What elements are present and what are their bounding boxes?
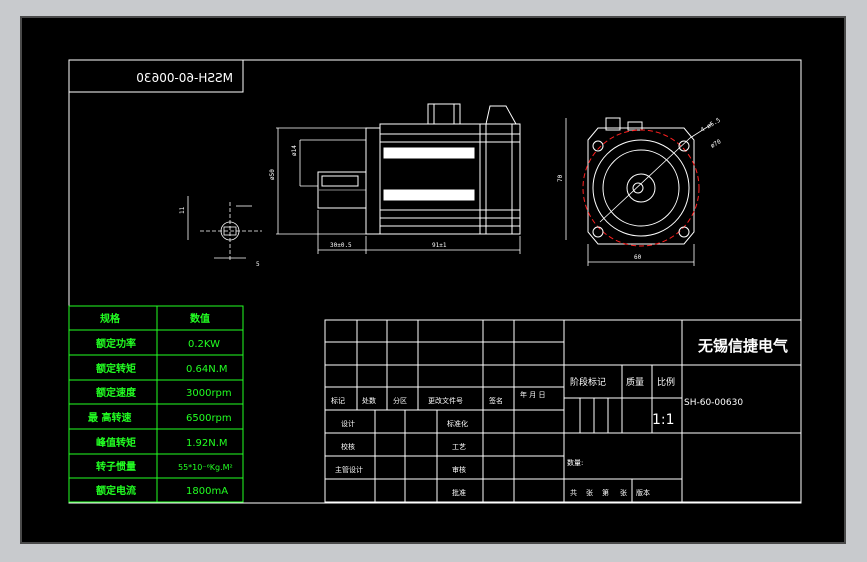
tb-header: 年 月 日 [520,390,545,399]
dim-flange-height: ø50 [269,169,276,180]
dim-dia2: ø14 [291,145,298,156]
spec-value: 0.2KW [188,339,220,350]
tb-sheet-unit1: 张 [586,488,593,497]
spec-value: 1.92N.M [186,438,228,449]
tb-row: 主管设计 [335,465,363,474]
mirrored-label-box: MSSH-60-00630 [68,60,244,93]
tb-weight: 数量: [567,458,583,467]
tb-row: 校核 [341,442,355,451]
tb-mid: 批准 [452,488,466,497]
tb-header: 处数 [362,396,376,405]
motor-front-view [565,117,713,266]
tb-sheet-total: 共 [570,488,577,497]
spec-name: 最 高转速 [88,411,131,424]
spec-name: 额定电流 [96,484,136,497]
tb-row: 设计 [341,419,355,428]
spec-header-value: 数值 [190,312,210,325]
dim-square: 60 [634,254,642,261]
tb-header: 标记 [331,396,345,405]
spec-name: 额定功率 [96,337,136,350]
spec-value: 55*10⁻⁶Kg.M² [178,463,233,472]
spec-value: 6500rpm [186,413,232,424]
spec-value: 0.64N.M [186,364,228,375]
spec-name: 峰值转矩 [96,436,136,449]
spec-name: 转子惯量 [96,460,136,473]
tb-stage: 阶段标记 [570,376,606,388]
dim-key-w: 5 [256,261,260,268]
spec-value: 3000rpm [186,388,232,399]
tb-header: 更改文件号 [428,396,463,405]
spec-value: 1800mA [186,486,228,497]
tb-header: 签名 [489,396,503,405]
tb-version: 版本 [636,488,650,497]
tb-mid: 标准化 [447,419,468,428]
dim-key-h: 11 [179,206,186,214]
dim-shaft-len: 30±0.5 [330,242,352,249]
shaft-end-view [187,196,262,262]
tb-mid: 工艺 [452,443,466,451]
tb-sheet-unit2: 张 [620,488,627,497]
tb-mid: 审核 [452,465,466,474]
scale-value: 1:1 [652,412,675,428]
spec-header-name: 规格 [100,312,121,325]
spec-name: 额定速度 [96,386,137,399]
tb-sheet-no: 第 [602,488,609,497]
tb-stage: 质量 [626,376,644,388]
dim-body-len: 91±1 [432,242,447,249]
tb-header: 分区 [393,396,407,405]
company-name: 无锡信捷电气 [697,337,788,355]
motor-side-view [317,103,521,235]
title-block-text: 无锡信捷电气 SH-60-00630 1:1 标记 处数 分区 更改文件号 签名… [331,337,788,497]
cad-drawing: MSSH-60-00630 30±0.5 91±1 ø50 ø14 11 5 4… [68,59,802,504]
dim-pcd: ø70 [710,138,723,150]
dim-hole: 4-ø5.5 [700,117,723,134]
dim-side: 70 [557,174,564,182]
mirrored-label: MSSH-60-00630 [136,71,233,85]
tb-stage: 比例 [657,376,675,388]
spec-name: 额定转矩 [96,362,136,375]
drawing-number: SH-60-00630 [684,398,743,408]
drawing-border [68,59,802,504]
